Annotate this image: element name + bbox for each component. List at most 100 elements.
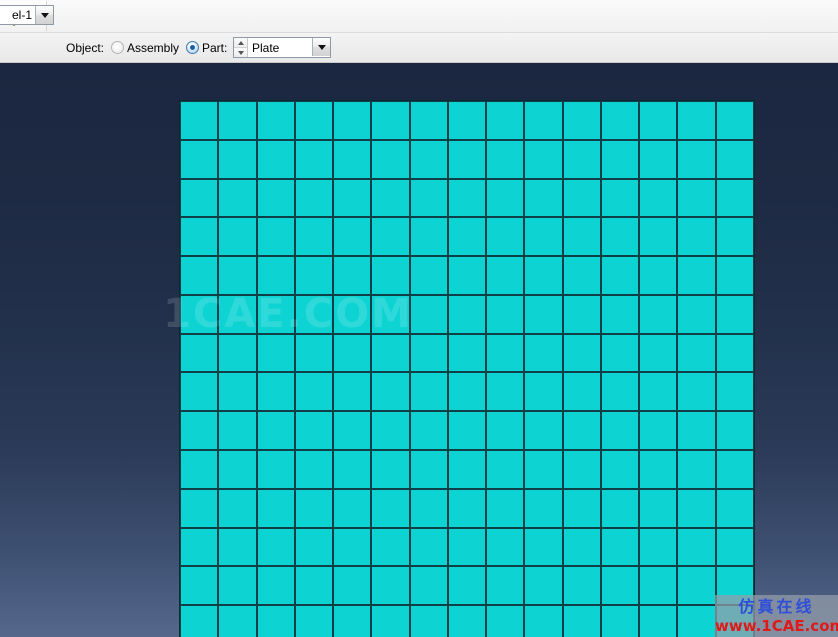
- mesh-element[interactable]: [640, 373, 677, 411]
- mesh-element[interactable]: [219, 295, 256, 333]
- mesh-element[interactable]: [678, 140, 715, 178]
- mesh-element[interactable]: [372, 489, 409, 527]
- mesh-element[interactable]: [257, 179, 294, 217]
- part-select[interactable]: Plate: [233, 37, 331, 58]
- mesh-element[interactable]: [678, 451, 715, 488]
- finite-element-mesh[interactable]: [179, 100, 755, 637]
- part-select-spinner[interactable]: [234, 38, 248, 57]
- mesh-element[interactable]: [257, 218, 294, 256]
- mesh-element[interactable]: [334, 179, 371, 217]
- mesh-element[interactable]: [181, 606, 218, 637]
- mesh-element[interactable]: [410, 179, 447, 217]
- mesh-element[interactable]: [716, 451, 753, 488]
- mesh-element[interactable]: [181, 412, 218, 450]
- mesh-element[interactable]: [295, 218, 333, 256]
- radio-part-label[interactable]: Part:: [202, 41, 227, 55]
- mesh-element[interactable]: [295, 102, 333, 139]
- mesh-element[interactable]: [487, 412, 524, 450]
- mesh-element[interactable]: [487, 257, 524, 294]
- mesh-element[interactable]: [601, 451, 639, 488]
- mesh-element[interactable]: [410, 451, 447, 488]
- mesh-element[interactable]: [295, 412, 333, 450]
- mesh-element[interactable]: [601, 489, 639, 527]
- mesh-element[interactable]: [640, 528, 677, 566]
- mesh-element[interactable]: [487, 140, 524, 178]
- mesh-element[interactable]: [487, 179, 524, 217]
- mesh-element[interactable]: [487, 567, 524, 605]
- mesh-element[interactable]: [487, 373, 524, 411]
- mesh-element[interactable]: [334, 489, 371, 527]
- mesh-element[interactable]: [410, 218, 447, 256]
- mesh-element[interactable]: [678, 606, 715, 637]
- mesh-element[interactable]: [219, 412, 256, 450]
- mesh-element[interactable]: [334, 528, 371, 566]
- mesh-element[interactable]: [372, 218, 409, 256]
- mesh-element[interactable]: [678, 567, 715, 605]
- mesh-element[interactable]: [525, 528, 562, 566]
- mesh-element[interactable]: [678, 373, 715, 411]
- mesh-element[interactable]: [181, 489, 218, 527]
- mesh-element[interactable]: [525, 412, 562, 450]
- mesh-element[interactable]: [219, 257, 256, 294]
- mesh-element[interactable]: [525, 373, 562, 411]
- mesh-element[interactable]: [410, 606, 447, 637]
- mesh-element[interactable]: [448, 373, 486, 411]
- mesh-element[interactable]: [563, 295, 600, 333]
- mesh-element[interactable]: [640, 140, 677, 178]
- mesh-element[interactable]: [181, 334, 218, 372]
- mesh-element[interactable]: [295, 257, 333, 294]
- mesh-element[interactable]: [181, 451, 218, 488]
- mesh-element[interactable]: [257, 606, 294, 637]
- mesh-element[interactable]: [219, 179, 256, 217]
- mesh-element[interactable]: [257, 373, 294, 411]
- mesh-element[interactable]: [219, 334, 256, 372]
- mesh-element[interactable]: [640, 334, 677, 372]
- mesh-element[interactable]: [563, 218, 600, 256]
- mesh-element[interactable]: [601, 102, 639, 139]
- mesh-element[interactable]: [181, 140, 218, 178]
- mesh-element[interactable]: [372, 179, 409, 217]
- mesh-element[interactable]: [448, 140, 486, 178]
- mesh-element[interactable]: [525, 451, 562, 488]
- mesh-element[interactable]: [334, 218, 371, 256]
- mesh-element[interactable]: [601, 567, 639, 605]
- mesh-element[interactable]: [410, 334, 447, 372]
- mesh-element[interactable]: [372, 412, 409, 450]
- mesh-element[interactable]: [181, 179, 218, 217]
- mesh-element[interactable]: [563, 567, 600, 605]
- mesh-element[interactable]: [678, 295, 715, 333]
- mesh-element[interactable]: [295, 451, 333, 488]
- mesh-element[interactable]: [372, 257, 409, 294]
- model-select-chevron-down-icon[interactable]: [35, 6, 53, 24]
- mesh-element[interactable]: [181, 257, 218, 294]
- mesh-element[interactable]: [219, 218, 256, 256]
- mesh-element[interactable]: [181, 528, 218, 566]
- spinner-up-icon[interactable]: [234, 38, 247, 48]
- mesh-element[interactable]: [448, 102, 486, 139]
- mesh-element[interactable]: [295, 528, 333, 566]
- mesh-element[interactable]: [487, 528, 524, 566]
- mesh-element[interactable]: [487, 606, 524, 637]
- mesh-element[interactable]: [448, 528, 486, 566]
- mesh-element[interactable]: [716, 218, 753, 256]
- mesh-element[interactable]: [448, 257, 486, 294]
- mesh-element[interactable]: [181, 102, 218, 139]
- mesh-element[interactable]: [525, 489, 562, 527]
- mesh-element[interactable]: [410, 567, 447, 605]
- mesh-element[interactable]: [525, 295, 562, 333]
- mesh-element[interactable]: [372, 451, 409, 488]
- mesh-element[interactable]: [295, 295, 333, 333]
- mesh-element[interactable]: [678, 218, 715, 256]
- mesh-element[interactable]: [716, 489, 753, 527]
- mesh-element[interactable]: [257, 567, 294, 605]
- mesh-element[interactable]: [716, 179, 753, 217]
- mesh-element[interactable]: [525, 140, 562, 178]
- mesh-element[interactable]: [257, 257, 294, 294]
- mesh-element[interactable]: [601, 606, 639, 637]
- mesh-element[interactable]: [448, 179, 486, 217]
- mesh-element[interactable]: [640, 489, 677, 527]
- part-select-chevron-down-icon[interactable]: [312, 38, 330, 56]
- mesh-element[interactable]: [716, 334, 753, 372]
- mesh-element[interactable]: [640, 295, 677, 333]
- mesh-element[interactable]: [716, 412, 753, 450]
